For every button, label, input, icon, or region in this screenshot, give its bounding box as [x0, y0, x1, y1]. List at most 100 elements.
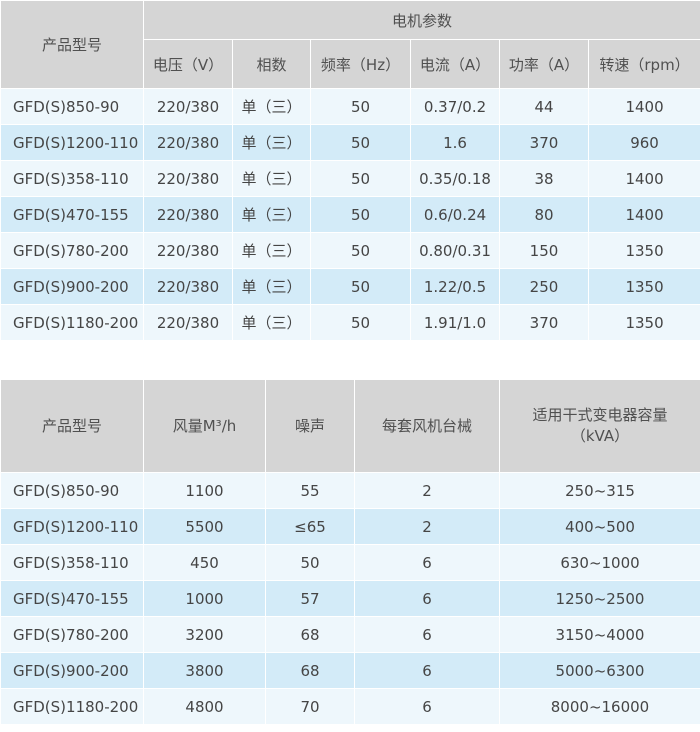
- header-power: 功率（A）: [499, 39, 589, 89]
- cell-model: GFD(S)470-155: [0, 580, 144, 617]
- cell-model: GFD(S)358-110: [0, 160, 144, 197]
- cell-frequency: 50: [310, 304, 411, 341]
- table-row: GFD(S)470-155 1000 57 6 1250~2500: [0, 580, 700, 617]
- cell-voltage: 220/380: [143, 232, 233, 269]
- header-motor-params: 电机参数: [142, 0, 700, 40]
- section-gap: [0, 367, 700, 379]
- cell-model: GFD(S)358-110: [0, 544, 144, 581]
- cell-power: 250: [499, 268, 589, 305]
- cell-frequency: 50: [310, 88, 411, 125]
- cell-power: 80: [499, 196, 589, 233]
- header-speed: 转速（rpm）: [587, 39, 700, 89]
- cell-model: GFD(S)1200-110: [0, 508, 144, 545]
- header-airflow: 风量M³/h: [143, 379, 266, 473]
- cell-frequency: 50: [310, 160, 411, 197]
- cell-power: 370: [499, 124, 589, 161]
- cell-model: GFD(S)1200-110: [0, 124, 144, 161]
- cell-power: 44: [499, 88, 589, 125]
- cell-fans: 6: [354, 688, 500, 725]
- cell-fans: 2: [354, 472, 500, 509]
- table-row: GFD(S)1180-200 4800 70 6 8000~16000: [0, 688, 700, 725]
- header-current: 电流（A）: [410, 39, 500, 89]
- header-capacity-line1: 适用干式变电器容量: [532, 406, 668, 424]
- header-phase: 相数: [232, 39, 311, 89]
- table-row: GFD(S)780-200 3200 68 6 3150~4000: [0, 616, 700, 653]
- cell-model: GFD(S)780-200: [0, 232, 144, 269]
- cell-current: 1.22/0.5: [410, 268, 500, 305]
- cell-frequency: 50: [310, 124, 411, 161]
- cell-voltage: 220/380: [143, 304, 233, 341]
- cell-noise: 70: [265, 688, 355, 725]
- table-row: GFD(S)358-110 220/380 单（三） 50 0.35/0.18 …: [0, 160, 700, 197]
- header-transformer-capacity: 适用干式变电器容量 （kVA）: [499, 379, 700, 473]
- cell-current: 0.6/0.24: [410, 196, 500, 233]
- cell-voltage: 220/380: [143, 160, 233, 197]
- cell-capacity: 250~315: [499, 472, 700, 509]
- cell-noise: 50: [265, 544, 355, 581]
- cell-power: 150: [499, 232, 589, 269]
- cell-airflow: 1000: [143, 580, 266, 617]
- header-voltage: 电压（V）: [143, 39, 233, 89]
- cell-fans: 6: [354, 616, 500, 653]
- cell-current: 1.91/1.0: [410, 304, 500, 341]
- cell-speed: 1400: [587, 88, 700, 125]
- cell-fans: 6: [354, 544, 500, 581]
- cell-fans: 2: [354, 508, 500, 545]
- cell-voltage: 220/380: [143, 124, 233, 161]
- cell-model: GFD(S)1180-200: [0, 688, 144, 725]
- cell-current: 0.35/0.18: [410, 160, 500, 197]
- cell-power: 38: [499, 160, 589, 197]
- cell-model: GFD(S)900-200: [0, 268, 144, 305]
- cell-capacity: 1250~2500: [499, 580, 700, 617]
- cell-phase: 单（三）: [232, 160, 311, 197]
- cell-noise: 55: [265, 472, 355, 509]
- cell-noise: 68: [265, 616, 355, 653]
- motor-parameters-table: 产品型号 电机参数 电压（V） 相数 频率（Hz） 电流（A） 功率（A） 转速…: [0, 0, 700, 341]
- header-frequency: 频率（Hz）: [310, 39, 411, 89]
- cell-capacity: 400~500: [499, 508, 700, 545]
- header-model: 产品型号: [0, 0, 144, 89]
- cell-capacity: 630~1000: [499, 544, 700, 581]
- header-fans-per-set: 每套风机台械: [354, 379, 500, 473]
- header-capacity-line2: （kVA）: [570, 427, 630, 445]
- cell-voltage: 220/380: [143, 196, 233, 233]
- cell-speed: 960: [587, 124, 700, 161]
- cell-model: GFD(S)850-90: [0, 88, 144, 125]
- cell-speed: 1350: [587, 268, 700, 305]
- header-noise: 噪声: [265, 379, 355, 473]
- cell-frequency: 50: [310, 268, 411, 305]
- cell-noise: ≤65: [265, 508, 355, 545]
- fan-specs-table: 产品型号 风量M³/h 噪声 每套风机台械 适用干式变电器容量 （kVA） GF…: [0, 379, 700, 725]
- cell-airflow: 3800: [143, 652, 266, 689]
- cell-capacity: 5000~6300: [499, 652, 700, 689]
- table-row: GFD(S)900-200 220/380 单（三） 50 1.22/0.5 2…: [0, 268, 700, 305]
- cell-speed: 1400: [587, 196, 700, 233]
- table-row: GFD(S)850-90 220/380 单（三） 50 0.37/0.2 44…: [0, 88, 700, 125]
- cell-airflow: 5500: [143, 508, 266, 545]
- cell-voltage: 220/380: [143, 268, 233, 305]
- cell-phase: 单（三）: [232, 232, 311, 269]
- cell-airflow: 4800: [143, 688, 266, 725]
- table-row: GFD(S)850-90 1100 55 2 250~315: [0, 472, 700, 509]
- cell-power: 370: [499, 304, 589, 341]
- cell-airflow: 1100: [143, 472, 266, 509]
- cell-voltage: 220/380: [143, 88, 233, 125]
- cell-frequency: 50: [310, 232, 411, 269]
- cell-frequency: 50: [310, 196, 411, 233]
- table-row: GFD(S)900-200 3800 68 6 5000~6300: [0, 652, 700, 689]
- cell-model: GFD(S)900-200: [0, 652, 144, 689]
- cell-airflow: 3200: [143, 616, 266, 653]
- table-row: GFD(S)358-110 450 50 6 630~1000: [0, 544, 700, 581]
- cell-fans: 6: [354, 580, 500, 617]
- cell-model: GFD(S)470-155: [0, 196, 144, 233]
- cell-model: GFD(S)850-90: [0, 472, 144, 509]
- cell-speed: 1400: [587, 160, 700, 197]
- table-row: GFD(S)1200-110 220/380 单（三） 50 1.6 370 9…: [0, 124, 700, 161]
- table-row: GFD(S)1200-110 5500 ≤65 2 400~500: [0, 508, 700, 545]
- cell-fans: 6: [354, 652, 500, 689]
- table-row: GFD(S)470-155 220/380 单（三） 50 0.6/0.24 8…: [0, 196, 700, 233]
- cell-noise: 57: [265, 580, 355, 617]
- cell-current: 0.80/0.31: [410, 232, 500, 269]
- cell-phase: 单（三）: [232, 88, 311, 125]
- cell-noise: 68: [265, 652, 355, 689]
